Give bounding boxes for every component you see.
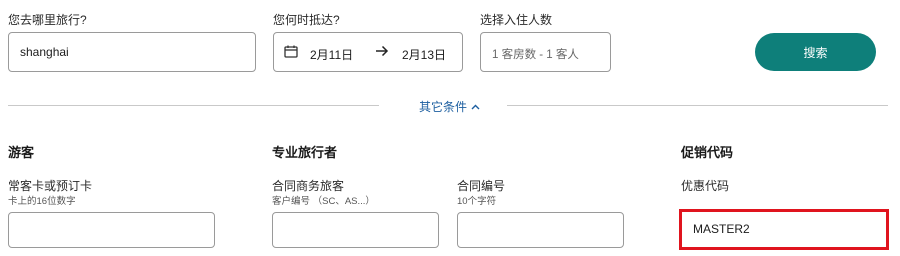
corporate-label: 合同商务旅客 [272, 179, 345, 193]
destination-label: 您去哪里旅行? [8, 13, 87, 27]
promo-section-title: 促销代码 [681, 145, 734, 160]
checkout-date: 2月13日 [402, 48, 447, 62]
divider-left [8, 105, 379, 106]
corporate-input[interactable] [272, 212, 439, 248]
contract-label: 合同编号 [457, 179, 506, 193]
search-button[interactable]: 搜索 [755, 33, 876, 71]
promo-code-value: MASTER2 [693, 222, 750, 236]
contract-input[interactable] [457, 212, 624, 248]
frequent-flyer-input[interactable] [8, 212, 215, 248]
guests-label: 选择入住人数 [480, 13, 553, 27]
frequent-flyer-hint: 卡上的16位数字 [8, 196, 76, 207]
arrow-right-icon [376, 45, 389, 57]
promo-code-input[interactable]: MASTER2 [679, 209, 889, 250]
dates-label: 您何时抵达? [273, 13, 340, 27]
guests-selector[interactable]: 1 客房数 - 1 客人 [480, 32, 611, 72]
guest-section-title: 游客 [8, 145, 35, 160]
guests-value: 1 客房数 - 1 客人 [492, 49, 579, 61]
contract-hint: 10个字符 [457, 196, 497, 207]
corporate-hint: 客户编号 （SC、AS...） [272, 196, 375, 207]
more-options-toggle[interactable]: 其它条件 [419, 98, 480, 115]
checkin-date: 2月11日 [310, 48, 354, 62]
divider-right [507, 105, 888, 106]
chevron-up-icon [471, 104, 480, 109]
date-range-picker[interactable]: 2月11日 2月13日 [273, 32, 463, 72]
frequent-flyer-label: 常客卡或预订卡 [8, 179, 93, 193]
destination-value: shanghai [20, 45, 69, 59]
destination-input[interactable]: shanghai [8, 32, 256, 72]
more-options-label: 其它条件 [419, 100, 468, 114]
calendar-icon [284, 45, 298, 58]
promo-code-label: 优惠代码 [681, 179, 730, 193]
pro-section-title: 专业旅行者 [272, 145, 338, 160]
